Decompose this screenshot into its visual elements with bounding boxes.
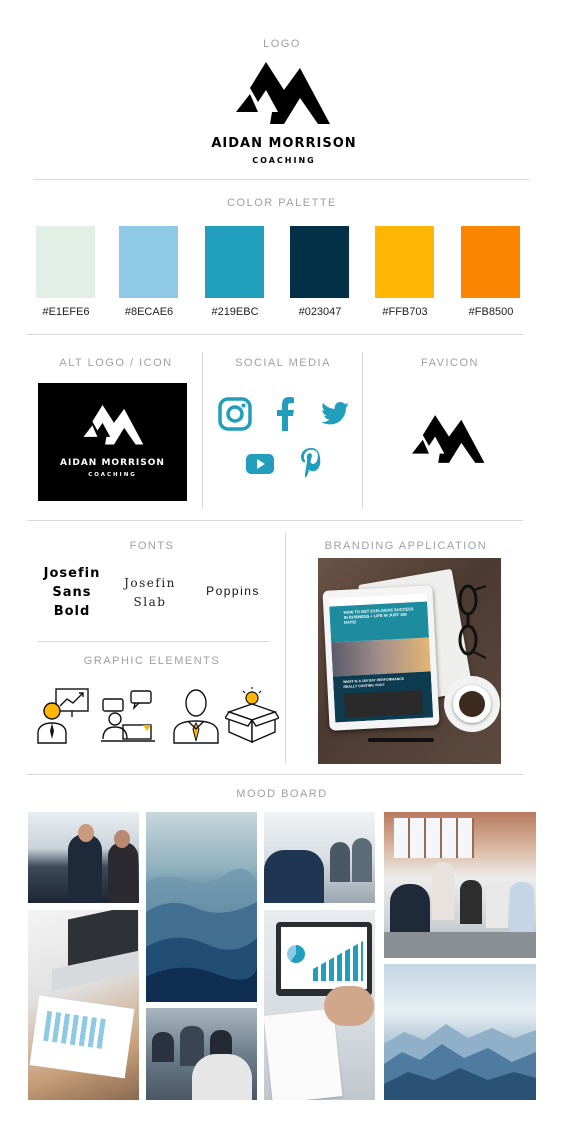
color-swatch: [205, 226, 264, 298]
divider: [362, 352, 363, 509]
divider: [27, 774, 523, 775]
head: [78, 824, 94, 842]
person: [152, 1032, 174, 1062]
main-logo-name: AIDAN MORRISON: [211, 136, 357, 151]
social-section-title: SOCIAL MEDIA: [235, 357, 331, 369]
divider: [27, 520, 523, 521]
person: [352, 838, 372, 882]
person: [510, 882, 534, 932]
mood-photo-blue-mountains: [146, 812, 257, 1002]
glasses: [458, 584, 487, 659]
tablet-image: [331, 637, 431, 677]
font-sample-line: Josefin: [43, 566, 101, 581]
palette-section-title: COLOR PALETTE: [227, 197, 337, 209]
color-hex-label: #219EBC: [211, 306, 259, 318]
color-swatch: [375, 226, 434, 298]
divider: [202, 352, 203, 509]
main-logo-mark: [236, 62, 330, 124]
font-sample-poppins: Poppins: [196, 584, 270, 598]
alt-logo-sub: COACHING: [88, 472, 137, 478]
person: [330, 842, 350, 882]
floor: [384, 932, 536, 958]
person: [486, 884, 508, 928]
twitter-icon[interactable]: [321, 402, 349, 425]
color-hex-label: #E1EFE6: [42, 306, 90, 318]
alt-logo-section-title: ALT LOGO / ICON: [59, 357, 173, 369]
main-logo-sub: COACHING: [252, 156, 316, 165]
meeting-icon: [101, 690, 155, 742]
chart-bars: [313, 941, 363, 981]
font-sample-line: Slab: [133, 595, 167, 609]
pinterest-icon[interactable]: [300, 448, 322, 478]
head: [114, 830, 130, 848]
instagram-icon[interactable]: [218, 397, 252, 431]
color-swatch: [36, 226, 95, 298]
facebook-icon[interactable]: [275, 397, 295, 431]
mood-photo-tablet-analytics: [264, 910, 375, 1100]
font-sample-josefin-slab: Josefin Slab: [114, 574, 186, 612]
font-sample-line: Josefin: [124, 576, 176, 590]
graphics-section-title: GRAPHIC ELEMENTS: [83, 655, 221, 667]
tablet: HOW TO GET EXPLOSIVE SUCCESS IN BUSINESS…: [322, 585, 440, 731]
font-sample-line: Poppins: [206, 584, 260, 598]
mood-photo-business-meeting: [28, 812, 139, 903]
idea-box-icon: [225, 687, 279, 744]
font-sample-line: Sans: [52, 585, 92, 600]
person: [264, 850, 324, 903]
alt-logo-name: AIDAN MORRISON: [60, 458, 165, 468]
pie: [287, 945, 305, 963]
hand: [324, 986, 374, 1026]
mood-section-title: MOOD BOARD: [236, 788, 328, 800]
color-hex-label: #FB8500: [468, 306, 514, 318]
font-sample-josefin-sans: Josefin Sans Bold: [36, 564, 108, 621]
windows: [394, 818, 474, 858]
favicon-section-title: FAVICON: [421, 357, 479, 369]
alt-logo-mark: [83, 405, 144, 445]
font-sample-line: Bold: [53, 604, 91, 619]
person: [68, 834, 102, 903]
color-swatch: [290, 226, 349, 298]
tablet-hero: HOW TO GET EXPLOSIVE SUCCESS IN BUSINESS…: [329, 601, 429, 643]
mood-photo-presentation: [264, 812, 375, 903]
mood-photo-group-session: [384, 812, 536, 958]
mountain-layers: [384, 1024, 536, 1100]
branding-application-photo: HOW TO GET EXPLOSIVE SUCCESS IN BUSINESS…: [318, 558, 501, 764]
color-hex-label: #FFB703: [382, 306, 428, 318]
tablet-photo: [343, 689, 423, 718]
tablet-section: WHAT IS A 180 DAY PERFORMANCE REALLY COS…: [332, 671, 434, 723]
paper: [264, 1008, 343, 1100]
divider: [33, 179, 529, 180]
person: [432, 862, 454, 920]
logo-section-title: LOGO: [263, 38, 301, 50]
person: [108, 842, 138, 903]
tablet-headline: HOW TO GET EXPLOSIVE SUCCESS IN BUSINESS…: [343, 606, 414, 625]
divider: [38, 641, 270, 642]
color-hex-label: #023047: [298, 306, 342, 318]
youtube-icon[interactable]: [246, 454, 274, 474]
mood-photo-audience: [146, 1008, 257, 1100]
pen: [368, 738, 434, 742]
chart-bars: [43, 1010, 107, 1049]
branding-section-title: BRANDING APPLICATION: [324, 540, 488, 552]
color-hex-label: #8ECAE6: [124, 306, 174, 318]
alt-logo-box: AIDAN MORRISON COACHING: [38, 383, 187, 501]
monitor-screen: [281, 927, 367, 989]
coffee: [459, 691, 485, 717]
fonts-section-title: FONTS: [129, 540, 175, 552]
mountain-layers: [146, 868, 257, 1002]
divider: [285, 532, 286, 764]
mood-photo-laptop-charts: [28, 910, 139, 1100]
tablet-screen: HOW TO GET EXPLOSIVE SUCCESS IN BUSINESS…: [328, 593, 434, 723]
businessman-icon: [173, 689, 219, 744]
color-swatch: [461, 226, 520, 298]
person: [460, 880, 482, 924]
divider: [27, 334, 523, 335]
presenter-chart-icon: [37, 688, 89, 744]
mood-photo-mountain-sky: [384, 964, 536, 1100]
color-swatch: [119, 226, 178, 298]
favicon-mark: [412, 415, 485, 463]
speaker: [192, 1054, 252, 1100]
monitor: [276, 922, 372, 996]
chart-paper: [29, 995, 135, 1079]
